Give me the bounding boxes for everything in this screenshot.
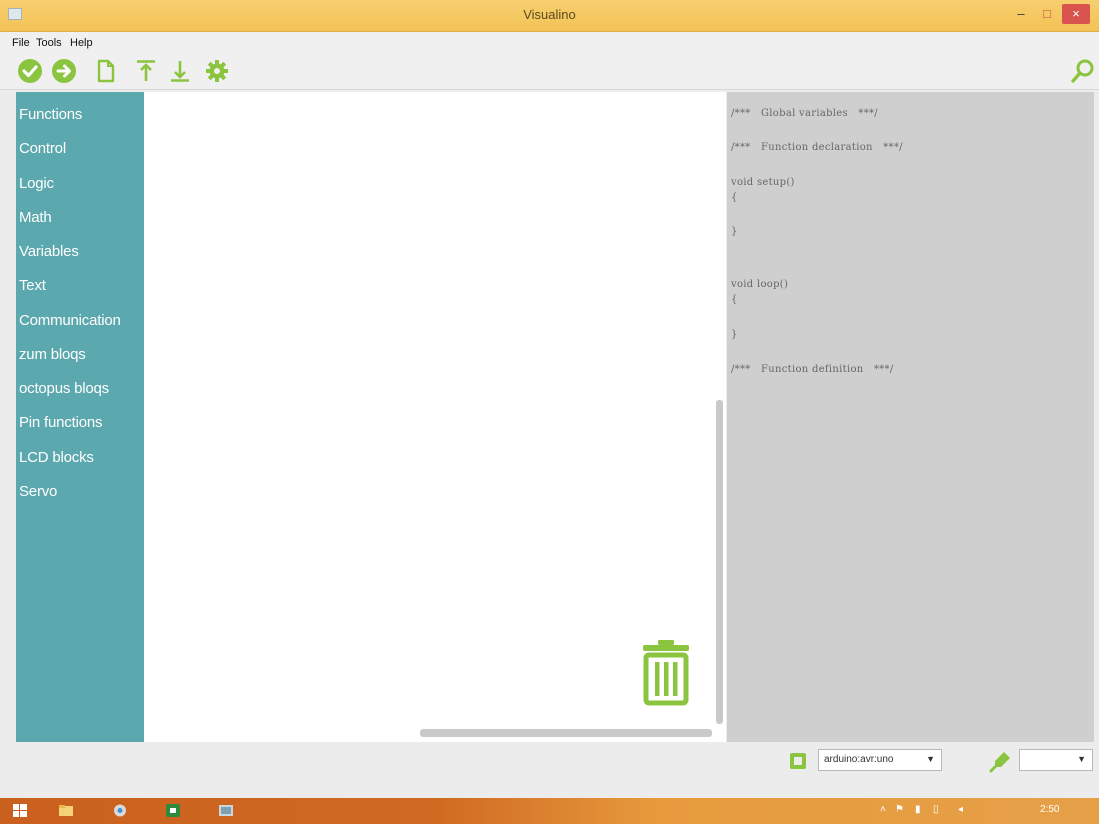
check-icon: [18, 59, 42, 83]
app-window-icon[interactable]: [218, 803, 234, 818]
block-workspace[interactable]: [144, 92, 726, 742]
title-bar: Visualino – □ ×: [0, 0, 1099, 32]
category-pin-functions[interactable]: Pin functions: [19, 414, 102, 431]
serial-port-icon: [989, 749, 1013, 773]
windows-start-icon[interactable]: [12, 803, 28, 818]
code-loop-signature: void loop(): [731, 279, 789, 290]
category-variables[interactable]: Variables: [19, 243, 79, 260]
gear-icon: [206, 60, 228, 82]
volume-icon[interactable]: ◂: [958, 804, 963, 815]
code-function-decl-comment: /*** Function declaration ***/: [731, 142, 903, 153]
visualino-taskbar-icon[interactable]: [165, 803, 181, 818]
board-select[interactable]: arduino:avr:uno ▼: [818, 749, 942, 771]
menu-file[interactable]: File: [12, 37, 30, 49]
verify-button[interactable]: [17, 58, 43, 84]
category-control[interactable]: Control: [19, 140, 66, 157]
chevron-down-icon: ▼: [1077, 754, 1086, 764]
chrome-icon[interactable]: [112, 803, 128, 818]
open-file-button[interactable]: [133, 58, 159, 84]
upload-icon: [137, 60, 155, 81]
board-chip-icon: [788, 751, 808, 771]
tray-chevron-icon[interactable]: ˄: [880, 804, 886, 815]
minimize-button[interactable]: –: [1008, 4, 1034, 24]
trash-icon: [643, 640, 689, 706]
workspace-vertical-scrollbar[interactable]: [716, 400, 723, 724]
board-select-value: arduino:avr:uno: [824, 754, 894, 765]
arrow-right-icon: [52, 59, 76, 83]
search-icon: [1071, 59, 1094, 83]
category-zum-bloqs[interactable]: zum bloqs: [19, 346, 86, 363]
save-file-button[interactable]: [167, 58, 193, 84]
code-loop-close-brace: }: [731, 329, 738, 340]
code-loop-open-brace: {: [731, 294, 738, 305]
category-sidebar: Functions Control Logic Math Variables T…: [16, 92, 144, 742]
code-global-vars-comment: /*** Global variables ***/: [731, 108, 878, 119]
code-function-def-comment: /*** Function definition ***/: [731, 364, 894, 375]
code-setup-signature: void setup(): [731, 177, 795, 188]
category-functions[interactable]: Functions: [19, 106, 82, 123]
trash-can[interactable]: [640, 640, 692, 706]
close-button[interactable]: ×: [1062, 4, 1090, 24]
menu-tools[interactable]: Tools: [36, 37, 62, 49]
category-communication[interactable]: Communication: [19, 312, 121, 329]
category-logic[interactable]: Logic: [19, 175, 54, 192]
workspace-horizontal-scrollbar[interactable]: [420, 729, 712, 737]
clock[interactable]: 2:50: [1040, 804, 1059, 815]
battery-icon[interactable]: ▮: [915, 804, 921, 815]
category-math[interactable]: Math: [19, 209, 52, 226]
network-icon[interactable]: ▯: [933, 804, 939, 815]
toolbar: [0, 54, 1099, 90]
settings-button[interactable]: [204, 58, 230, 84]
code-panel: /*** Global variables ***/ /*** Function…: [727, 92, 1094, 742]
search-button[interactable]: [1070, 58, 1096, 84]
upload-to-board-button[interactable]: [51, 58, 77, 84]
category-servo[interactable]: Servo: [19, 483, 57, 500]
chevron-down-icon: ▼: [926, 754, 935, 764]
code-setup-open-brace: {: [731, 192, 738, 203]
window-title: Visualino: [523, 7, 576, 22]
taskbar: ˄ ⚑ ▮ ▯ ◂ 2:50: [0, 798, 1099, 824]
port-select[interactable]: ▼: [1019, 749, 1093, 771]
new-file-button[interactable]: [93, 58, 119, 84]
new-file-icon: [97, 59, 115, 83]
menu-bar: File Tools Help: [0, 32, 1099, 54]
code-setup-close-brace: }: [731, 226, 738, 237]
file-explorer-icon[interactable]: [58, 803, 74, 818]
category-lcd-blocks[interactable]: LCD blocks: [19, 449, 94, 466]
download-icon: [171, 61, 189, 82]
menu-help[interactable]: Help: [70, 37, 93, 49]
category-octopus-bloqs[interactable]: octopus bloqs: [19, 380, 109, 397]
flag-icon[interactable]: ⚑: [895, 804, 904, 815]
maximize-button[interactable]: □: [1034, 4, 1060, 24]
category-text[interactable]: Text: [19, 277, 46, 294]
